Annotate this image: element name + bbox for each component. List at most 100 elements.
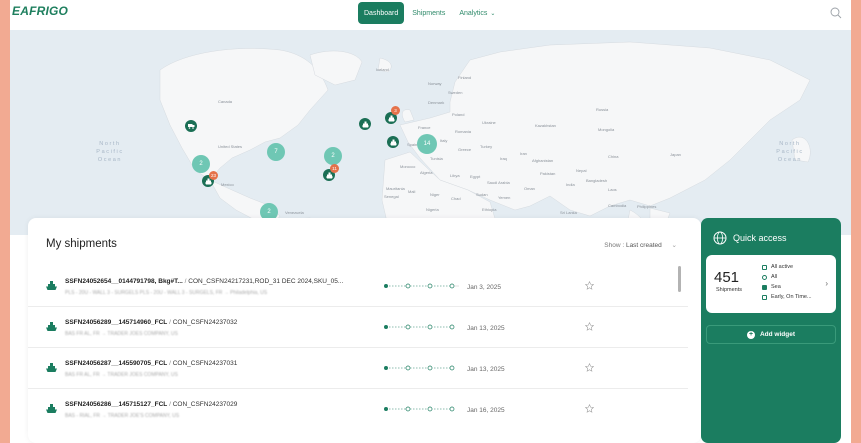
map-label: Turkey: [480, 144, 493, 149]
shipment-ref: SSFN24056289__145714960_FCL / CON_CSFN24…: [65, 319, 237, 326]
list-scrollbar[interactable]: [678, 266, 681, 292]
map-pin-ship[interactable]: [387, 136, 399, 148]
ocean-label: North Pacific Ocean: [776, 141, 804, 163]
progress-milestone: [405, 324, 411, 330]
shipments-panel: My shipments Show : Last created ⌄ SSFN2…: [28, 218, 701, 443]
map-cluster[interactable]: 2: [324, 147, 342, 165]
map-label: Mongolia: [598, 127, 615, 132]
star-icon[interactable]: [585, 363, 594, 372]
map-label: Bangladesh: [586, 178, 608, 183]
progress-milestone: [405, 283, 411, 289]
map-label: Libya: [450, 173, 460, 178]
ship-icon: [46, 281, 57, 290]
progress-milestone: [427, 324, 433, 330]
map-pin-ship[interactable]: [359, 118, 371, 130]
map-pin-ship[interactable]: 23: [202, 171, 218, 187]
plus-icon: +: [746, 330, 755, 339]
sort-label: Show :: [604, 242, 625, 249]
shipment-date: Jan 3, 2025: [467, 284, 501, 291]
star-icon[interactable]: [585, 404, 594, 413]
progress-milestone: [384, 407, 388, 411]
shipments-list: SSFN24052654__0144791798, Bkg#T... / CON…: [28, 266, 688, 430]
sort-select[interactable]: Show : Last created ⌄: [604, 241, 677, 249]
map-label: Mali: [408, 189, 416, 194]
map-label: Denmark: [428, 100, 445, 105]
nav-analytics[interactable]: Analytics ⌄: [453, 2, 501, 24]
add-widget-button[interactable]: + Add widget: [706, 325, 836, 344]
map-label: Ukraine: [482, 120, 496, 125]
filter-item: Early, On Time...: [762, 292, 812, 302]
map-pin-ship[interactable]: 3: [385, 106, 400, 124]
map-label: Laos: [608, 187, 617, 192]
chevron-down-icon: ⌄: [671, 242, 677, 249]
nav-dashboard-label: Dashboard: [364, 9, 399, 17]
main-nav: Dashboard Shipments Analytics ⌄: [358, 2, 501, 24]
search-icon[interactable]: [830, 7, 842, 19]
progress-milestone: [449, 324, 455, 330]
filter-label: All active: [771, 264, 794, 270]
map-label: Kazakhstan: [535, 123, 556, 128]
world-map[interactable]: Canada United States Mexico Venezuela Ic…: [10, 30, 851, 248]
map-label: Italy: [440, 138, 448, 143]
shipment-route: BAS FR AL, FR → TRADER JOES COMPANY, US: [65, 372, 178, 378]
map-label: Romania: [455, 129, 472, 134]
map-land: [159, 41, 811, 235]
star-icon[interactable]: [585, 281, 594, 290]
nav-shipments[interactable]: Shipments: [406, 2, 451, 24]
map-label: Yemen: [498, 195, 511, 200]
map-label: Mauritania: [386, 186, 405, 191]
shipments-summary-card[interactable]: 451 Shipments All active All Sea Early, …: [706, 255, 836, 313]
map-label: China: [608, 154, 619, 159]
logo[interactable]: EAFRIGO: [12, 4, 68, 18]
map-label: Sri Lanka: [560, 210, 577, 215]
container-id: CON_CSFN24237032: [172, 319, 238, 326]
map-cluster[interactable]: 2: [192, 155, 210, 173]
map-label: France: [418, 125, 431, 130]
map-label: Poland: [452, 112, 465, 117]
map-label: Japan: [670, 152, 681, 157]
map-label: Niger: [430, 192, 440, 197]
shipment-id: SSFN24056286__145715127_FCL: [65, 401, 168, 408]
progress-milestone: [427, 283, 433, 289]
map-pin-truck[interactable]: [185, 120, 197, 132]
shipment-date: Jan 16, 2025: [467, 407, 505, 414]
map-label: Nigeria: [426, 207, 439, 212]
ocean-label: North Pacific Ocean: [96, 141, 124, 163]
shipment-route: BAS - RIAL, FR → TRADER JOE'S COMPANY, U…: [65, 413, 180, 419]
star-icon[interactable]: [585, 322, 594, 331]
add-widget-label: Add widget: [759, 331, 796, 338]
separator: /: [169, 401, 171, 408]
progress-track: [384, 365, 455, 371]
chevron-right-icon: ›: [825, 279, 828, 288]
shipments-count: 451: [714, 269, 740, 286]
map-label: Sweden: [448, 90, 463, 95]
shipment-row[interactable]: SSFN24056289__145714960_FCL / CON_CSFN24…: [28, 307, 688, 348]
nav-dashboard[interactable]: Dashboard: [358, 2, 405, 24]
filter-item: All active: [762, 262, 812, 272]
map-cluster[interactable]: 14: [417, 134, 437, 154]
map-label: Oman: [524, 186, 535, 191]
progress-milestone: [427, 406, 433, 412]
map-label: Chad: [451, 196, 461, 201]
progress-milestone: [449, 283, 455, 289]
ship-icon: [46, 322, 57, 331]
map-label: Iceland: [376, 67, 389, 72]
shipment-row[interactable]: SSFN24052654__0144791798, Bkg#T... / CON…: [28, 266, 688, 307]
map-badge: 3: [391, 106, 400, 115]
nav-analytics-label: Analytics: [459, 9, 488, 17]
map-label: United States: [218, 144, 243, 149]
shipment-row[interactable]: SSFN24056286__145715127_FCL / CON_CSFN24…: [28, 389, 688, 430]
map-label: Egypt: [470, 174, 481, 179]
progress-milestone: [384, 284, 388, 288]
map-label: Norway: [428, 81, 442, 86]
separator: /: [169, 360, 171, 367]
progress-track: [384, 283, 459, 289]
calendar-check-icon: [762, 294, 767, 300]
container-id: CON_CSFN24237031: [172, 360, 238, 367]
shipment-row[interactable]: SSFN24056287__145590705_FCL / CON_CSFN24…: [28, 348, 688, 389]
shipment-ref: SSFN24056287__145590705_FCL / CON_CSFN24…: [65, 360, 237, 367]
progress-milestone: [449, 406, 455, 412]
map-label: Ethiopia: [482, 207, 497, 212]
map-cluster[interactable]: 7: [267, 143, 285, 161]
map-pin-ship[interactable]: 11: [323, 164, 339, 181]
